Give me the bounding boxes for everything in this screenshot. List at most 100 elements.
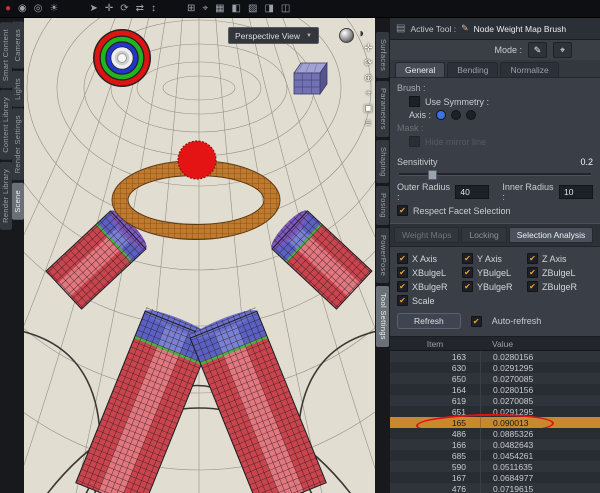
frame-tool-icon[interactable]: ⊞ bbox=[187, 3, 195, 14]
pane-tab-posing[interactable]: Posing bbox=[376, 186, 389, 226]
checkbox-xbulger[interactable]: ✔ XBulgeR bbox=[397, 281, 462, 292]
use-symmetry-row[interactable]: Use Symmetry : bbox=[409, 96, 593, 107]
table-row[interactable]: 619 0.0270085 bbox=[390, 395, 600, 406]
respect-facet-checkbox[interactable]: ✔ bbox=[397, 205, 408, 216]
aim-view-icon[interactable]: ⌖ bbox=[365, 89, 371, 99]
chevron-down-icon: ▼ bbox=[306, 32, 312, 39]
axis-x-radio[interactable] bbox=[436, 110, 447, 120]
poly-select-icon[interactable]: ▨ bbox=[248, 3, 257, 14]
axis-label: Axis : bbox=[409, 110, 432, 120]
pan-view-icon[interactable]: ✛ bbox=[364, 44, 372, 54]
surface-select-icon[interactable]: ◨ bbox=[264, 3, 273, 14]
value-cell: 0.0291295 bbox=[480, 362, 600, 373]
pane-tab-parameters[interactable]: Parameters bbox=[376, 81, 389, 137]
sidebar-tab-render-settings[interactable]: Render Settings bbox=[12, 108, 24, 181]
pointer-tool-icon[interactable]: ➤ bbox=[89, 3, 97, 14]
slider-thumb[interactable] bbox=[427, 170, 437, 180]
tab-general[interactable]: General bbox=[395, 62, 446, 77]
auto-refresh-checkbox[interactable]: ✔ bbox=[470, 315, 482, 327]
tab-selection-analysis[interactable]: Selection Analysis bbox=[508, 227, 594, 243]
sidebar-tab-cameras[interactable]: Cameras bbox=[12, 22, 24, 69]
table-row[interactable]: 651 0.0291295 bbox=[390, 406, 600, 417]
table-row[interactable]: 167 0.0684977 bbox=[390, 472, 600, 483]
refresh-button[interactable]: Refresh bbox=[397, 313, 461, 329]
table-row[interactable]: 630 0.0291295 bbox=[390, 362, 600, 373]
layout-icon[interactable]: ◫ bbox=[281, 3, 290, 14]
pane-tab-tool-settings[interactable]: Tool Settings bbox=[376, 286, 389, 348]
checkbox-scale[interactable]: ✔ Scale bbox=[397, 295, 462, 306]
orbit-view-icon[interactable]: ⟳ bbox=[364, 59, 372, 69]
sidebar-tab-lights[interactable]: Lights bbox=[12, 70, 24, 107]
checkbox-box: ✔ bbox=[527, 281, 538, 292]
table-row[interactable]: 163 0.0280156 bbox=[390, 351, 600, 362]
pick-mode-button[interactable]: ⌖ bbox=[553, 42, 572, 58]
view-menu-icon[interactable]: ≡ bbox=[365, 119, 371, 129]
view-selector[interactable]: Perspective View ▼ bbox=[228, 27, 319, 44]
table-row[interactable]: 486 0.0885326 bbox=[390, 428, 600, 439]
paint-mode-button[interactable]: ✎ bbox=[528, 42, 547, 58]
table-body[interactable]: 163 0.0280156 630 0.0291295 650 0.0270085 164 0… bbox=[390, 351, 600, 493]
viewport-3d-scene[interactable] bbox=[24, 18, 375, 493]
pane-tab-surfaces[interactable]: Surfaces bbox=[376, 32, 389, 78]
node-icon[interactable]: ◉ bbox=[18, 3, 27, 14]
record-icon[interactable]: ● bbox=[5, 3, 11, 14]
checkbox-ybulgel[interactable]: ✔ YBulgeL bbox=[462, 267, 527, 278]
node-select-icon[interactable]: ◧ bbox=[232, 3, 241, 14]
respect-facet-row[interactable]: ✔ Respect Facet Selection bbox=[397, 205, 593, 216]
value-cell: 0.0684977 bbox=[480, 472, 600, 483]
draw-style-icon[interactable]: ◑ bbox=[357, 26, 364, 40]
tab-bending[interactable]: Bending bbox=[447, 62, 499, 77]
sidebar-tab-scene[interactable]: Scene bbox=[12, 182, 24, 220]
checkbox-zbulgel[interactable]: ✔ ZBulgeL bbox=[527, 267, 592, 278]
shaded-sphere-icon[interactable] bbox=[339, 28, 354, 43]
axis-z-radio[interactable] bbox=[466, 110, 477, 120]
checkbox-ybulger[interactable]: ✔ YBulgeR bbox=[462, 281, 527, 292]
table-row[interactable]: 590 0.0511635 bbox=[390, 461, 600, 472]
sidebar-tab-render-library[interactable]: Render Library bbox=[0, 162, 12, 230]
table-row[interactable]: 166 0.0482643 bbox=[390, 439, 600, 450]
checkbox-box: ✔ bbox=[397, 253, 408, 264]
checkbox-z-axis[interactable]: ✔ Z Axis bbox=[527, 253, 592, 264]
axis-y-radio[interactable] bbox=[451, 110, 462, 120]
translate-tool-icon[interactable]: ⇄ bbox=[136, 3, 144, 14]
aim-tool-icon[interactable]: ⌖ bbox=[202, 3, 208, 14]
sensitivity-slider[interactable] bbox=[399, 170, 591, 180]
checkbox-x-axis[interactable]: ✔ X Axis bbox=[397, 253, 462, 264]
value-column-header: Value bbox=[492, 338, 514, 349]
table-row[interactable]: 650 0.0270085 bbox=[390, 373, 600, 384]
checkbox-xbulgel[interactable]: ✔ XBulgeL bbox=[397, 267, 462, 278]
tab-locking[interactable]: Locking bbox=[461, 227, 507, 243]
sidebar-tab-content-library[interactable]: Content Library bbox=[0, 90, 12, 161]
universal-tool-icon[interactable]: ✛ bbox=[105, 3, 113, 14]
pane-menu-icon[interactable]: ▤ bbox=[396, 23, 405, 34]
rotate-tool-icon[interactable]: ⟳ bbox=[120, 3, 128, 14]
viewport[interactable]: Perspective View ▼ ◑ ✛ ⟳ ⊕ ⌖ ▣ ≡ bbox=[24, 18, 375, 493]
tab-normalize[interactable]: Normalize bbox=[500, 62, 559, 77]
table-row[interactable]: 476 0.0719615 bbox=[390, 483, 600, 493]
render-icon[interactable]: ▦ bbox=[215, 3, 224, 14]
respect-facet-label: Respect Facet Selection bbox=[413, 205, 511, 216]
sidebar-tab-smart-content[interactable]: Smart Content bbox=[0, 22, 12, 89]
checkbox-zbulger[interactable]: ✔ ZBulgeR bbox=[527, 281, 592, 292]
table-row[interactable]: 164 0.0280156 bbox=[390, 384, 600, 395]
scale-tool-icon[interactable]: ↕ bbox=[151, 3, 156, 14]
pane-tab-powerpose[interactable]: PowerPose bbox=[376, 228, 389, 284]
camera-icon[interactable]: ◎ bbox=[34, 3, 43, 14]
checkbox-box: ✔ bbox=[397, 281, 408, 292]
use-symmetry-label: Use Symmetry : bbox=[425, 96, 490, 107]
inner-radius-input[interactable]: 10 bbox=[559, 185, 593, 199]
table-row[interactable]: 685 0.0454261 bbox=[390, 450, 600, 461]
sensitivity-label: Sensitivity bbox=[397, 157, 438, 167]
frame-view-icon[interactable]: ▣ bbox=[364, 104, 373, 114]
view-cube[interactable] bbox=[293, 61, 328, 96]
zoom-view-icon[interactable]: ⊕ bbox=[364, 74, 372, 84]
table-row[interactable]: 165 0.090013 bbox=[390, 412, 600, 436]
pane-tab-shaping[interactable]: Shaping bbox=[376, 139, 389, 184]
checkbox-y-axis[interactable]: ✔ Y Axis bbox=[462, 253, 527, 264]
outer-radius-input[interactable]: 40 bbox=[455, 185, 490, 199]
sensitivity-section: Sensitivity 0.2 Outer Radius : 40 Inner … bbox=[390, 151, 600, 220]
tab-weight-maps[interactable]: Weight Maps bbox=[394, 227, 460, 243]
use-symmetry-checkbox[interactable] bbox=[409, 96, 420, 107]
light-icon[interactable]: ☀ bbox=[50, 3, 59, 14]
active-tool-name[interactable]: Node Weight Map Brush bbox=[474, 24, 566, 34]
